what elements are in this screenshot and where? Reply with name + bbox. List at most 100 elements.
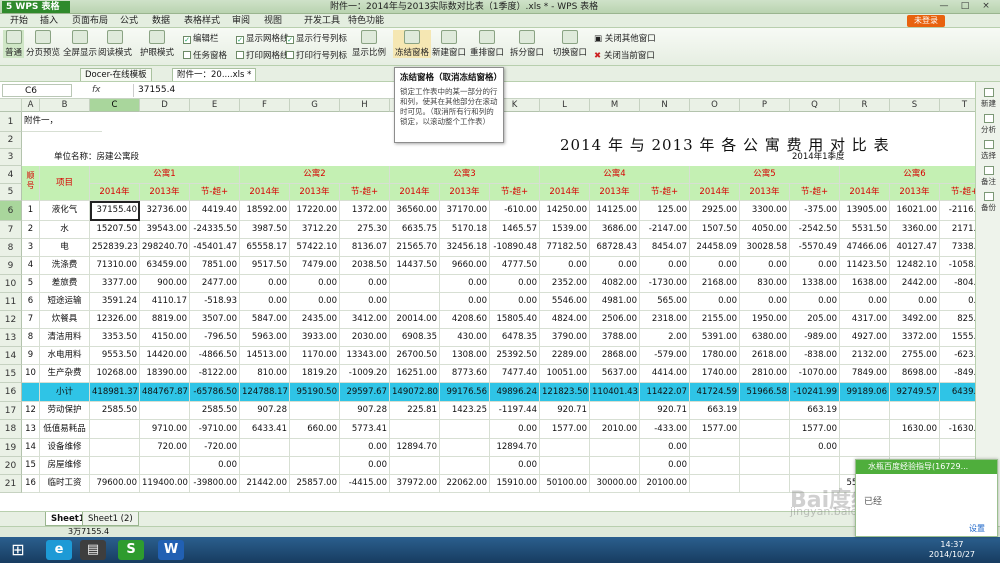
data-cell[interactable]: 95190.50 <box>290 383 340 402</box>
data-cell[interactable] <box>940 402 975 420</box>
data-cell[interactable]: 40127.47 <box>890 239 940 257</box>
data-cell[interactable]: 99176.56 <box>440 383 490 402</box>
column-header-A[interactable]: A <box>22 99 40 112</box>
data-cell[interactable]: 1507.50 <box>690 221 740 239</box>
data-cell[interactable]: 0.00 <box>540 257 590 275</box>
check-show-gridlines[interactable]: ✓ 显示网格线 <box>236 32 289 44</box>
panel-note[interactable]: 备注 <box>976 166 1000 187</box>
data-cell[interactable]: 39543.00 <box>140 221 190 239</box>
data-cell[interactable]: 5391.00 <box>690 329 740 347</box>
data-cell[interactable]: 3933.00 <box>290 329 340 347</box>
data-cell[interactable]: 0.00 <box>340 275 390 293</box>
maximize-button[interactable]: □ <box>955 1 975 12</box>
name-box[interactable]: C6 <box>2 84 72 97</box>
data-cell[interactable]: 1372.00 <box>340 201 390 221</box>
column-header-E[interactable]: E <box>190 99 240 112</box>
data-cell[interactable]: 0.00 <box>640 457 690 475</box>
data-cell[interactable]: 92749.57 <box>890 383 940 402</box>
data-cell[interactable]: -39800.00 <box>190 475 240 493</box>
data-cell[interactable]: 3790.00 <box>540 329 590 347</box>
header-sub-4-1[interactable]: 2014年 <box>540 184 590 201</box>
data-cell[interactable] <box>390 457 440 475</box>
data-cell[interactable]: 32456.18 <box>440 239 490 257</box>
row-item-cell[interactable]: 临时工资 <box>40 475 90 493</box>
data-cell[interactable]: -1630.00 <box>940 420 975 439</box>
row-header-19[interactable]: 19 <box>0 439 22 457</box>
data-cell[interactable]: 663.19 <box>690 402 740 420</box>
row-no-cell[interactable]: 16 <box>22 475 40 493</box>
row-item-cell[interactable]: 电 <box>40 239 90 257</box>
data-cell[interactable]: 20100.00 <box>640 475 690 493</box>
close-button[interactable]: × <box>976 1 996 12</box>
data-cell[interactable]: 430.00 <box>440 329 490 347</box>
row-header-10[interactable]: 10 <box>0 275 22 293</box>
data-cell[interactable]: 41724.59 <box>690 383 740 402</box>
data-cell[interactable]: 8454.07 <box>640 239 690 257</box>
data-cell[interactable]: 205.00 <box>790 311 840 329</box>
data-cell[interactable]: 1423.25 <box>440 402 490 420</box>
data-cell[interactable] <box>590 402 640 420</box>
menu-formula[interactable]: 公式 <box>116 14 142 28</box>
data-cell[interactable]: 825.00 <box>940 311 975 329</box>
data-cell[interactable]: 7851.00 <box>190 257 240 275</box>
data-cell[interactable]: 1780.00 <box>690 347 740 365</box>
data-cell[interactable]: 4419.40 <box>190 201 240 221</box>
data-cell[interactable]: 6478.35 <box>490 329 540 347</box>
new-window-button[interactable]: 新建窗口 <box>432 30 466 58</box>
data-cell[interactable]: 5170.18 <box>440 221 490 239</box>
data-cell[interactable]: 4981.00 <box>590 293 640 311</box>
data-cell[interactable]: 4110.17 <box>140 293 190 311</box>
data-cell[interactable]: 2585.50 <box>190 402 240 420</box>
data-cell[interactable]: 3353.50 <box>90 329 140 347</box>
windows-start-icon[interactable]: ⊞ <box>3 539 33 561</box>
data-cell[interactable]: 12326.00 <box>90 311 140 329</box>
data-cell[interactable]: 0.00 <box>740 293 790 311</box>
data-cell[interactable] <box>440 457 490 475</box>
data-cell[interactable]: 0.00 <box>840 293 890 311</box>
row-header-2[interactable]: 2 <box>0 132 22 149</box>
data-cell[interactable] <box>290 402 340 420</box>
row-header-20[interactable]: 20 <box>0 457 22 475</box>
data-cell[interactable]: -2147.00 <box>640 221 690 239</box>
menu-table-style[interactable]: 表格样式 <box>180 14 224 28</box>
row-no-cell[interactable]: 12 <box>22 402 40 420</box>
data-cell[interactable] <box>440 420 490 439</box>
data-cell[interactable] <box>90 457 140 475</box>
row-no-cell[interactable]: 13 <box>22 420 40 439</box>
data-cell[interactable]: 10268.00 <box>90 365 140 383</box>
data-cell[interactable] <box>540 439 590 457</box>
row-item-cell[interactable]: 水电用料 <box>40 347 90 365</box>
data-cell[interactable]: -8122.00 <box>190 365 240 383</box>
data-cell[interactable]: 0.00 <box>290 293 340 311</box>
data-cell[interactable]: 8136.07 <box>340 239 390 257</box>
data-cell[interactable] <box>840 439 890 457</box>
data-cell[interactable]: 720.00 <box>140 439 190 457</box>
panel-backup[interactable]: 备份 <box>976 192 1000 213</box>
header-sub-4-2[interactable]: 2013年 <box>590 184 640 201</box>
data-cell[interactable]: -1197.44 <box>490 402 540 420</box>
data-cell[interactable]: -804.00 <box>940 275 975 293</box>
menu-data[interactable]: 数据 <box>148 14 174 28</box>
data-cell[interactable]: 12894.70 <box>490 439 540 457</box>
row-header-16[interactable]: 16 <box>0 383 22 402</box>
data-cell[interactable]: 3372.00 <box>890 329 940 347</box>
data-cell[interactable]: 907.28 <box>240 402 290 420</box>
data-cell[interactable] <box>890 439 940 457</box>
data-cell[interactable]: -579.00 <box>640 347 690 365</box>
data-cell[interactable]: 18390.00 <box>140 365 190 383</box>
row-header-8[interactable]: 8 <box>0 239 22 257</box>
data-cell[interactable]: 2925.00 <box>690 201 740 221</box>
row-item-cell[interactable]: 小计 <box>40 383 90 402</box>
row-no-cell[interactable]: 6 <box>22 293 40 311</box>
header-group-3[interactable]: 公寓3 <box>390 166 540 184</box>
data-cell[interactable]: 3412.00 <box>340 311 390 329</box>
row-no-cell[interactable]: 15 <box>22 457 40 475</box>
login-button[interactable]: 未登录 <box>907 15 945 27</box>
row-item-cell[interactable]: 劳动保护 <box>40 402 90 420</box>
data-cell[interactable]: 1740.00 <box>690 365 740 383</box>
data-cell[interactable] <box>540 457 590 475</box>
data-cell[interactable]: 5531.50 <box>840 221 890 239</box>
data-cell[interactable]: 26700.50 <box>390 347 440 365</box>
header-sub-2-1[interactable]: 2014年 <box>240 184 290 201</box>
data-cell[interactable]: 21442.00 <box>240 475 290 493</box>
